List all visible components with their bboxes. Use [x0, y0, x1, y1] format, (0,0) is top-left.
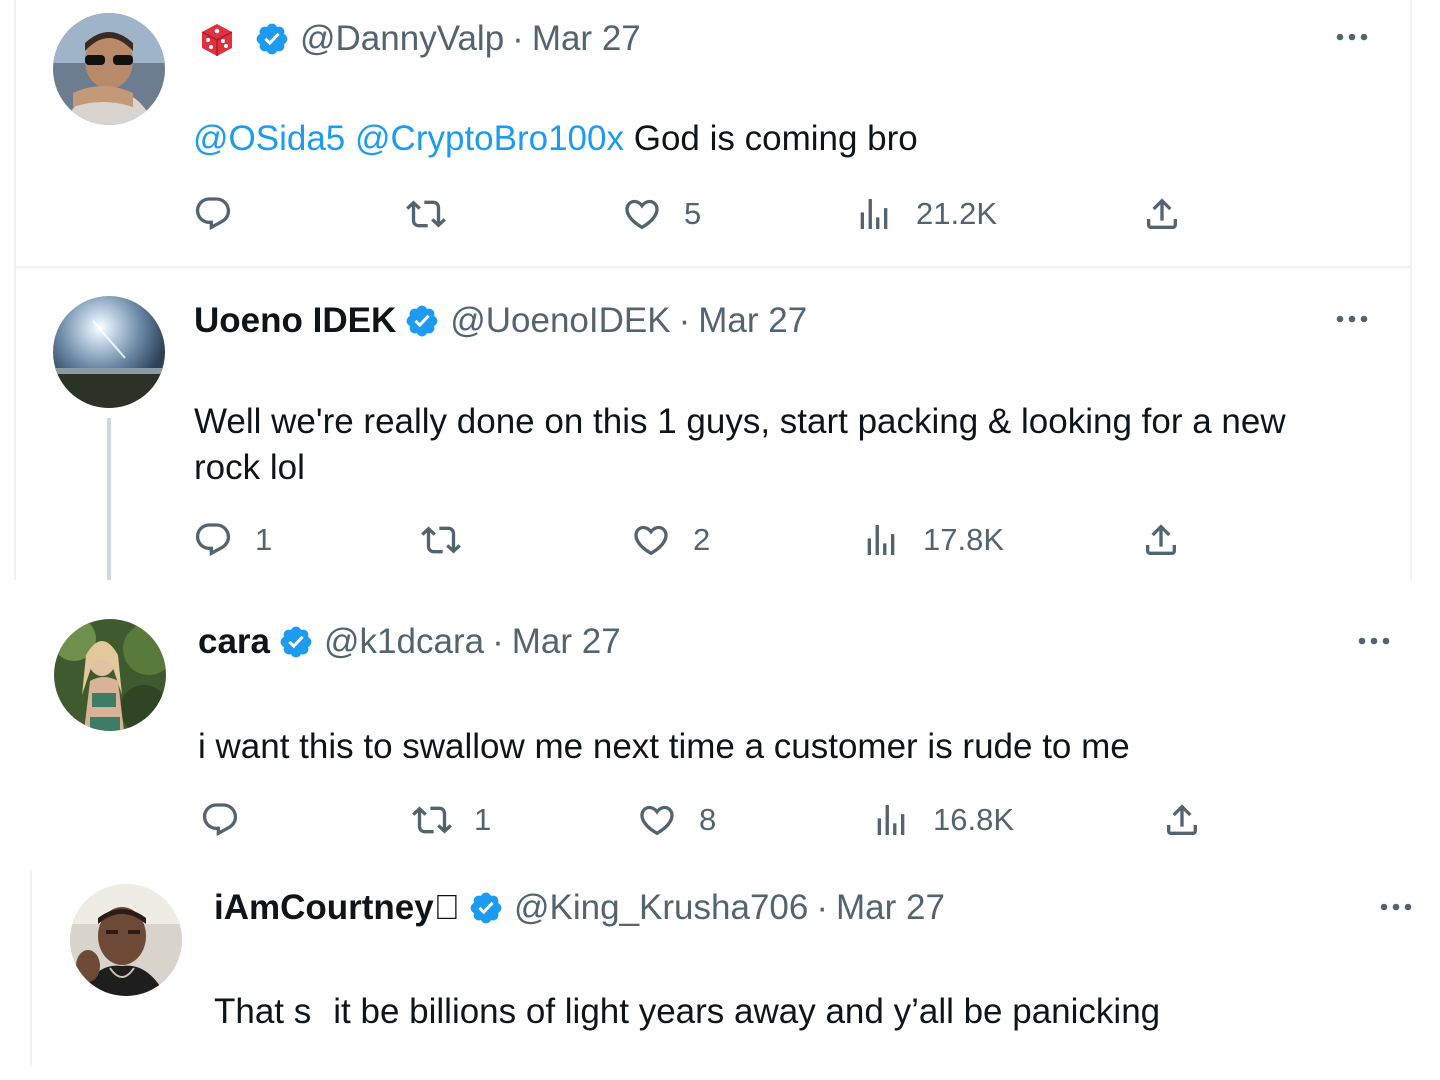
tweet-3[interactable]: cara @k1dcara · Mar 27 i want this to sw…: [16, 595, 1440, 857]
tweet-text: @OSida5 @CryptoBro100x God is coming bro: [193, 116, 1373, 162]
reply-button[interactable]: [200, 800, 262, 840]
views-icon: [861, 520, 901, 560]
action-bar: 1 2 17.8K: [16, 520, 1410, 570]
heart-icon: [622, 194, 662, 234]
user-handle[interactable]: @UoenoIDEK: [450, 301, 670, 341]
like-count: 2: [693, 522, 711, 557]
like-button[interactable]: 8: [637, 800, 716, 840]
display-name[interactable]: Uoeno IDEK: [194, 301, 396, 341]
tweet-text-line: rock lol: [194, 448, 305, 487]
retweet-button[interactable]: [421, 520, 483, 560]
verified-badge-icon: [468, 890, 504, 926]
tweet-header: Uoeno IDEK @UoenoIDEK · Mar 27: [194, 298, 807, 344]
tweet-header: cara @k1dcara · Mar 27: [198, 619, 621, 665]
tweet-text-fragment: That s: [214, 992, 312, 1031]
tweet-text-line: i want this to swallow me next time a cu…: [198, 727, 1130, 766]
view-count: 17.8K: [923, 522, 1005, 557]
retweet-button[interactable]: [406, 194, 468, 234]
verified-badge-icon: [278, 624, 314, 660]
tweet-text: i want this to swallow me next time a cu…: [198, 724, 1398, 770]
more-icon[interactable]: [1332, 27, 1372, 47]
like-button[interactable]: 2: [631, 520, 710, 560]
reply-icon: [200, 800, 240, 840]
share-icon: [1142, 194, 1182, 234]
tweet-text: That s it be billions of light years away…: [214, 989, 1414, 1035]
tweet-1[interactable]: @DannyValp · Mar 27 @OSida5 @CryptoBro10…: [16, 0, 1410, 266]
share-button[interactable]: [1142, 194, 1182, 234]
action-bar: 5 21.2K: [16, 190, 1410, 240]
user-handle[interactable]: @King_Krusha706: [514, 888, 808, 928]
retweet-count: 1: [474, 802, 492, 837]
more-icon[interactable]: [1332, 309, 1372, 329]
tweet-4[interactable]: iAmCourtney @King_Krusha706 · Mar 27 Th…: [32, 870, 1440, 1070]
action-bar: 1 8 16.8K: [16, 800, 1440, 850]
avatar[interactable]: [53, 296, 165, 408]
like-count: 5: [684, 196, 702, 231]
share-button[interactable]: [1162, 800, 1202, 840]
tweet-text-fragment: it be billions of light years away and y…: [333, 992, 1161, 1031]
display-name[interactable]: cara: [198, 622, 270, 662]
retweet-button[interactable]: 1: [412, 800, 491, 840]
reply-icon: [193, 194, 233, 234]
views-button[interactable]: 21.2K: [854, 194, 997, 234]
like-button[interactable]: 5: [622, 194, 701, 234]
reply-button[interactable]: 1: [193, 520, 272, 560]
heart-icon: [637, 800, 677, 840]
views-icon: [854, 194, 894, 234]
more-icon[interactable]: [1354, 631, 1394, 651]
tweet-date[interactable]: Mar 27: [532, 19, 641, 59]
share-icon: [1162, 800, 1202, 840]
views-button[interactable]: 16.8K: [871, 800, 1014, 840]
retweet-icon: [406, 194, 446, 234]
separator-dot: ·: [816, 888, 828, 928]
reply-icon: [193, 520, 233, 560]
tweet-date[interactable]: Mar 27: [836, 888, 945, 928]
user-handle[interactable]: @k1dcara: [324, 622, 484, 662]
more-icon[interactable]: [1376, 897, 1416, 917]
retweet-icon: [421, 520, 461, 560]
reply-count: 1: [255, 522, 273, 557]
view-count: 21.2K: [916, 196, 998, 231]
retweet-icon: [412, 800, 452, 840]
tweet-text: Well we're really done on this 1 guys, s…: [194, 399, 1384, 491]
right-border: [1410, 0, 1412, 580]
heart-icon: [631, 520, 671, 560]
tweet-2[interactable]: Uoeno IDEK @UoenoIDEK · Mar 27 Well we'r…: [16, 268, 1410, 580]
dice-icon: [201, 24, 233, 56]
view-count: 16.8K: [933, 802, 1015, 837]
separator-dot: ·: [678, 301, 691, 340]
verified-badge-icon: [404, 303, 440, 339]
share-icon: [1141, 520, 1181, 560]
tweet-header: iAmCourtney @King_Krusha706 · Mar 27: [214, 885, 945, 931]
share-button[interactable]: [1141, 520, 1181, 560]
tweet-text-line: Well we're really done on this 1 guys, s…: [194, 402, 1286, 441]
tweet-date[interactable]: Mar 27: [698, 301, 807, 341]
avatar[interactable]: [70, 884, 182, 996]
avatar[interactable]: [53, 13, 165, 125]
user-handle[interactable]: @DannyValp: [300, 19, 504, 59]
display-name[interactable]: iAmCourtney: [214, 888, 460, 928]
tweet-date[interactable]: Mar 27: [512, 622, 621, 662]
mention-link[interactable]: @CryptoBro100x: [355, 119, 624, 158]
tweet-text-content: God is coming bro: [633, 119, 918, 158]
like-count: 8: [699, 802, 717, 837]
mention-link[interactable]: @OSida5: [193, 119, 345, 158]
views-button[interactable]: 17.8K: [861, 520, 1004, 560]
verified-badge-icon: [254, 21, 290, 57]
reply-button[interactable]: [193, 194, 255, 234]
separator-dot: ·: [492, 622, 504, 661]
avatar[interactable]: [54, 619, 166, 731]
separator-dot: ·: [512, 19, 524, 58]
views-icon: [871, 800, 911, 840]
tweet-header: @DannyValp · Mar 27: [198, 16, 641, 62]
